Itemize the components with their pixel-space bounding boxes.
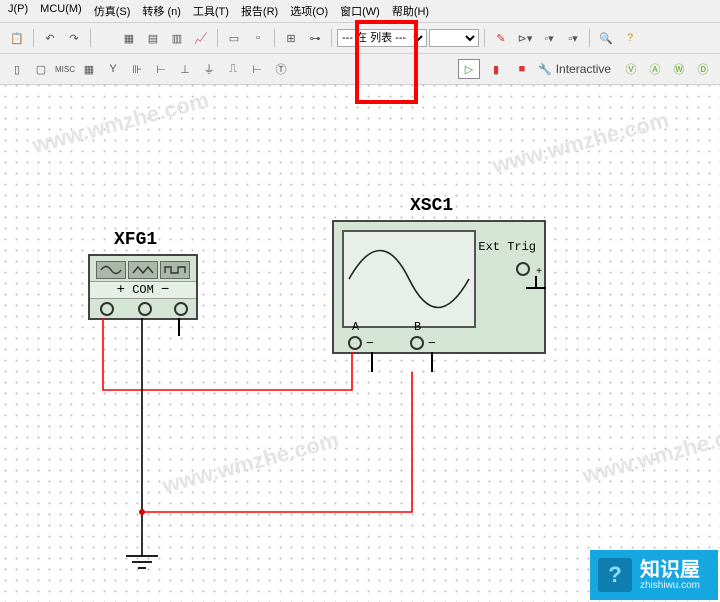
d-icon[interactable]: Ⓓ [692,58,714,80]
separator [589,29,590,47]
wire-net [0,80,720,602]
text-icon[interactable]: Ⓣ [270,58,292,80]
menu-mcu[interactable]: MCU(M) [40,3,82,19]
help-icon[interactable]: ? [619,27,641,49]
badge-logo-icon: ? [598,558,632,592]
misc-icon[interactable]: MISC [54,58,76,80]
toolbar-1: 📋 ↶ ↷ ▦ ▤ ▥ 📈 ▭ ▫ ⊞ ⊶ --- 在 列表 --- ✎ ⊳▾ … [0,23,720,54]
paste-icon[interactable]: 📋 [6,27,28,49]
menu-report[interactable]: 报告(R) [241,3,278,19]
connector-icon[interactable]: ⊢ [150,58,172,80]
net-icon[interactable]: ▦ [78,58,100,80]
ic-icon[interactable]: ▯ [6,58,28,80]
chart-icon[interactable]: 📈 [190,27,212,49]
wrench-icon: 🔧 [538,63,552,76]
table-icon[interactable]: ▤ [142,27,164,49]
separator [33,29,34,47]
undo-icon[interactable]: ↶ [39,27,61,49]
pause-button[interactable]: ▮ [486,60,506,78]
menu-tools[interactable]: 工具(T) [193,3,229,19]
run-button[interactable]: ▷ [458,59,480,79]
menu-transfer[interactable]: 转移 (n) [142,3,181,19]
bus-icon[interactable]: ⊪ [126,58,148,80]
grid-icon[interactable]: ▦ [118,27,140,49]
pin-icon[interactable]: ⊥ [174,58,196,80]
junction-icon[interactable]: ⊢ [246,58,268,80]
link-icon[interactable]: ⊶ [304,27,326,49]
separator [331,29,332,47]
list-icon[interactable]: ▥ [166,27,188,49]
search-icon[interactable]: 🔍 [595,27,617,49]
probe-icon[interactable]: ✎ [490,27,512,49]
separator [274,29,275,47]
menu-help[interactable]: 帮助(H) [392,3,429,19]
menu-options[interactable]: 选项(O) [290,3,328,19]
menu-bar: J(P) MCU(M) 仿真(S) 转移 (n) 工具(T) 报告(R) 选项(… [0,0,720,23]
w-icon[interactable]: Ⓦ [668,58,690,80]
separator [90,29,91,47]
badge-text: 知识屋 zhishiwu.com [640,560,700,591]
meter-icon[interactable]: ◦▾ [538,27,560,49]
wire-icon[interactable]: ⎍ [222,58,244,80]
empty-combo[interactable] [429,29,479,47]
redo-icon[interactable]: ↷ [63,27,85,49]
schematic-canvas[interactable]: www.wmzhe.com www.wmzhe.com www.wmzhe.co… [0,80,720,602]
menu-p[interactable]: J(P) [8,3,28,19]
separator [484,29,485,47]
site-badge: ? 知识屋 zhishiwu.com [590,550,718,600]
badge-sub: zhishiwu.com [640,580,700,591]
report-icon[interactable]: ▫ [247,27,269,49]
v-icon[interactable]: Ⓥ [620,58,642,80]
badge-title: 知识屋 [640,560,700,580]
list-combo[interactable]: --- 在 列表 --- [337,29,427,47]
antenna-icon[interactable]: Y [102,58,124,80]
sim-mode-label[interactable]: Interactive [556,62,611,76]
separator [217,29,218,47]
component-icon[interactable]: ⊞ [280,27,302,49]
menu-sim[interactable]: 仿真(S) [94,3,131,19]
scope-icon[interactable]: ⊳▾ [514,27,536,49]
stop-button[interactable]: ■ [512,60,532,78]
analyzer-icon[interactable]: ▫▾ [562,27,584,49]
ground-icon[interactable]: ⏚ [198,58,220,80]
form-icon[interactable]: ▭ [223,27,245,49]
menu-window[interactable]: 窗口(W) [340,3,380,19]
a-icon[interactable]: Ⓐ [644,58,666,80]
chip-icon[interactable]: ▢ [30,58,52,80]
